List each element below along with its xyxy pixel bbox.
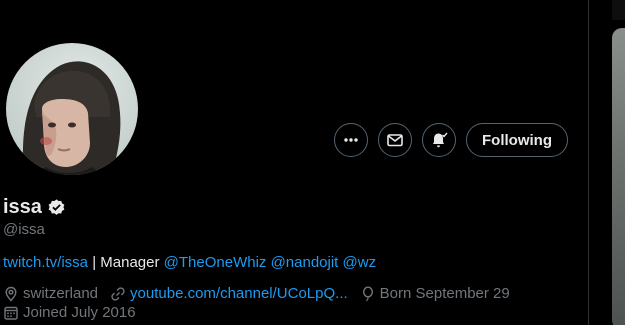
column-divider xyxy=(588,0,589,325)
right-panel-edge xyxy=(612,0,625,20)
calendar-icon xyxy=(4,306,18,320)
avatar-image xyxy=(6,43,138,175)
profile-meta-row: switzerland youtube.com/channel/UCoLpQ..… xyxy=(3,285,522,302)
avatar-portrait xyxy=(22,61,121,175)
birthday-item: Born September 29 xyxy=(360,285,510,302)
website-item: youtube.com/channel/UCoLpQ... xyxy=(110,285,348,302)
link-icon xyxy=(111,286,125,301)
location-text: switzerland xyxy=(23,285,99,302)
display-name: issa xyxy=(3,196,66,219)
website-link[interactable]: youtube.com/channel/UCoLpQ... xyxy=(130,285,348,302)
notifications-button[interactable] xyxy=(422,123,456,157)
bio-mention-wz[interactable]: @wz xyxy=(343,254,377,271)
bio-separator: | xyxy=(88,254,101,271)
birthday-text: Born September 29 xyxy=(379,285,510,302)
verified-badge-icon[interactable] xyxy=(47,198,66,217)
bio: twitch.tv/issa | Manager @TheOneWhiz @na… xyxy=(3,254,376,271)
more-icon xyxy=(344,138,358,142)
user-handle: @issa xyxy=(3,221,45,238)
joined-item: Joined July 2016 xyxy=(3,304,136,321)
avatar[interactable] xyxy=(3,40,141,178)
following-button[interactable]: Following xyxy=(466,123,568,157)
profile-meta-row-2: Joined July 2016 xyxy=(3,304,148,321)
bio-role: Manager xyxy=(100,254,164,271)
balloon-icon xyxy=(362,285,373,301)
message-button[interactable] xyxy=(378,123,412,157)
mail-icon xyxy=(387,134,403,147)
bio-mention-theonewhiz[interactable]: @TheOneWhiz xyxy=(164,254,267,271)
notification-bell-icon xyxy=(433,132,448,148)
right-panel-image[interactable] xyxy=(612,28,625,325)
location-item: switzerland xyxy=(3,285,98,302)
display-name-text: issa xyxy=(3,196,42,218)
more-button[interactable] xyxy=(334,123,368,157)
bio-mention-nandojit[interactable]: @nandojit xyxy=(271,254,339,271)
profile-page: Following issa @issa twitch.tv/issa | Ma… xyxy=(0,0,625,325)
bio-link[interactable]: twitch.tv/issa xyxy=(3,254,88,271)
joined-text: Joined July 2016 xyxy=(23,304,136,321)
location-pin-icon xyxy=(5,286,17,302)
